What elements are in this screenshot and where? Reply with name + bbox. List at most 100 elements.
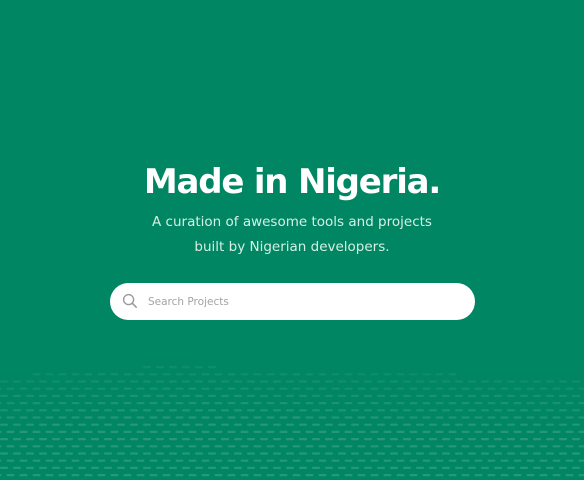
pattern-dash	[552, 445, 561, 448]
pattern-dash	[188, 445, 197, 448]
pattern-dash	[130, 380, 138, 383]
pattern-dash	[448, 430, 457, 433]
pattern-dash	[429, 452, 437, 455]
pattern-dash	[299, 380, 307, 383]
pattern-dash	[396, 445, 405, 448]
pattern-dash	[526, 416, 535, 419]
pattern-dash	[422, 402, 431, 405]
pattern-dash	[370, 459, 379, 462]
pattern-dash	[156, 409, 164, 412]
pattern-dash	[435, 387, 444, 390]
pattern-dash	[260, 394, 268, 397]
pattern-dash	[396, 474, 405, 477]
pattern-dash	[104, 438, 112, 441]
pattern-dash	[351, 423, 359, 426]
pattern-dash	[305, 459, 314, 462]
pattern-dash	[539, 474, 548, 477]
pattern-dash	[552, 387, 561, 390]
pattern-dash	[143, 380, 151, 383]
pattern-dash	[279, 459, 288, 462]
pattern-dash	[559, 438, 567, 441]
pattern-dash	[565, 402, 574, 405]
pattern-dash	[546, 409, 554, 412]
pattern-dash	[58, 387, 67, 390]
pattern-dash	[442, 394, 450, 397]
pattern-dash	[357, 445, 366, 448]
pattern-dash	[468, 380, 476, 383]
pattern-dash	[377, 394, 385, 397]
pattern-dash	[513, 459, 522, 462]
pattern-dash	[71, 430, 80, 433]
pattern-dash	[0, 423, 8, 426]
pattern-dash	[234, 409, 242, 412]
pattern-dash	[110, 430, 119, 433]
pattern-dash	[175, 387, 184, 390]
pattern-dash	[305, 474, 314, 477]
pattern-dash	[370, 474, 379, 477]
pattern-dash	[435, 373, 444, 376]
pattern-dash	[286, 394, 294, 397]
pattern-dash	[474, 430, 483, 433]
hero-subtitle-line-2: built by Nigerian developers.	[194, 239, 390, 255]
pattern-dash	[481, 452, 489, 455]
pattern-dash	[143, 394, 151, 397]
pattern-dash	[169, 409, 177, 412]
search-input[interactable]	[148, 283, 458, 320]
pattern-dash	[435, 430, 444, 433]
pattern-dash	[344, 416, 353, 419]
pattern-dash	[383, 402, 392, 405]
pattern-dash	[429, 423, 437, 426]
pattern-dash	[208, 409, 216, 412]
pattern-dash	[13, 423, 21, 426]
pattern-dash	[533, 438, 541, 441]
pattern-dash	[149, 459, 158, 462]
pattern-dash	[539, 402, 548, 405]
pattern-dash	[539, 387, 548, 390]
pattern-dash	[260, 466, 268, 469]
pattern-dash	[331, 387, 340, 390]
pattern-dash	[305, 373, 314, 376]
pattern-dash	[461, 445, 470, 448]
pattern-dash	[325, 466, 333, 469]
pattern-dash	[507, 423, 515, 426]
pattern-dash	[500, 402, 509, 405]
pattern-dash	[45, 373, 54, 376]
pattern-dash	[0, 466, 8, 469]
pattern-dash	[65, 466, 73, 469]
pattern-dash	[0, 387, 2, 390]
pattern-dash	[292, 387, 301, 390]
pattern-dash	[110, 402, 119, 405]
pattern-dash	[565, 459, 574, 462]
pattern-dash	[123, 373, 132, 376]
pattern-dash	[58, 474, 67, 477]
pattern-dash	[32, 416, 41, 419]
pattern-dash	[273, 380, 281, 383]
pattern-dash	[539, 416, 548, 419]
pattern-dash	[104, 466, 112, 469]
pattern-dash	[110, 474, 119, 477]
pattern-dash	[227, 416, 236, 419]
pattern-dash	[260, 452, 268, 455]
pattern-dash	[422, 430, 431, 433]
pattern-dash	[338, 452, 346, 455]
pattern-dash	[299, 452, 307, 455]
hero-subtitle-line-1: A curation of awesome tools and projects	[152, 214, 432, 230]
pattern-dash	[123, 387, 132, 390]
pattern-dash	[383, 416, 392, 419]
pattern-dash	[364, 452, 372, 455]
pattern-dash	[97, 430, 106, 433]
pattern-dash	[221, 466, 229, 469]
pattern-dash	[403, 394, 411, 397]
pattern-dash	[357, 373, 366, 376]
search-bar[interactable]	[110, 283, 475, 320]
pattern-dash	[338, 466, 346, 469]
pattern-dash	[325, 409, 333, 412]
pattern-dash	[182, 423, 190, 426]
pattern-dash	[468, 409, 476, 412]
pattern-dash	[442, 466, 450, 469]
pattern-dash	[572, 423, 580, 426]
pattern-dash	[442, 423, 450, 426]
pattern-dash	[136, 402, 145, 405]
pattern-dash	[266, 459, 275, 462]
pattern-dash	[435, 474, 444, 477]
